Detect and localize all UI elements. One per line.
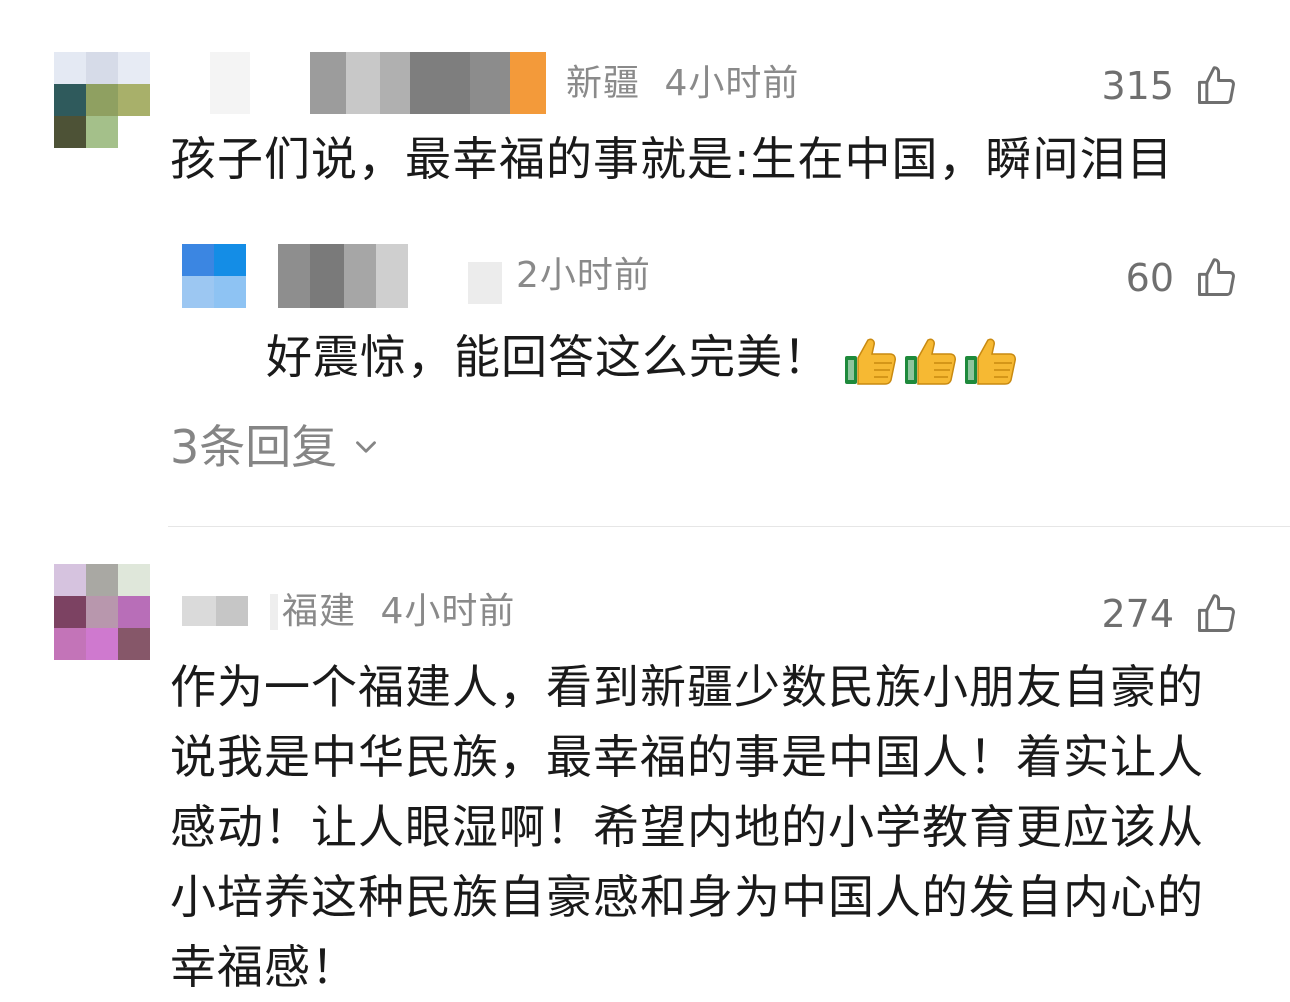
comment-divider xyxy=(168,526,1290,527)
like-button[interactable]: 315 xyxy=(1101,64,1238,108)
reply-like-count: 60 xyxy=(1125,256,1174,300)
reply-badge-blurred xyxy=(468,262,502,304)
replies-count-label: 3条回复 xyxy=(170,420,338,474)
thumbs-up-icon xyxy=(1198,594,1235,632)
like-count: 315 xyxy=(1101,64,1174,108)
thumbs-up-emoji-icon xyxy=(905,338,956,385)
thumbs-up-emoji-icon xyxy=(845,338,896,385)
comment-location: 福建 xyxy=(282,591,357,632)
reply-like-button[interactable]: 60 xyxy=(1126,256,1238,300)
comment-time: 4小时前 xyxy=(380,591,516,632)
comment-meta: 福建 4小时前 xyxy=(282,594,515,630)
comment-time: 4小时前 xyxy=(664,63,800,104)
like-button[interactable]: 274 xyxy=(1101,592,1238,636)
comment-location: 新疆 xyxy=(566,63,641,104)
username-blurred[interactable] xyxy=(210,52,546,114)
comment-text: 孩子们说，最幸福的事就是:生在中国，瞬间泪目 xyxy=(170,132,1174,186)
username-blurred[interactable] xyxy=(182,596,248,626)
chevron-down-icon xyxy=(356,441,377,453)
emoji-group xyxy=(844,336,1018,386)
reply-text: 好震惊，能回答这么完美！ xyxy=(266,330,830,384)
like-count: 274 xyxy=(1101,592,1174,636)
reply-time: 2小时前 xyxy=(516,255,651,296)
avatar[interactable] xyxy=(54,52,150,148)
view-replies-button[interactable]: 3条回复 xyxy=(170,424,383,470)
reply-avatar[interactable] xyxy=(182,244,246,308)
avatar[interactable] xyxy=(54,564,150,660)
thumbs-up-icon xyxy=(1198,66,1235,104)
thumbs-up-emoji-icon xyxy=(965,338,1016,385)
badge-blurred xyxy=(270,594,278,630)
comment-meta: 新疆 4小时前 xyxy=(566,66,799,102)
reply-text-row: 好震惊，能回答这么完美！ xyxy=(266,322,1166,392)
reply-username-blurred[interactable] xyxy=(278,244,408,308)
thumbs-up-icon xyxy=(1198,258,1235,296)
comment-text: 作为一个福建人，看到新疆少数民族小朋友自豪的说我是中华民族，最幸福的事是中国人！… xyxy=(170,660,1204,994)
